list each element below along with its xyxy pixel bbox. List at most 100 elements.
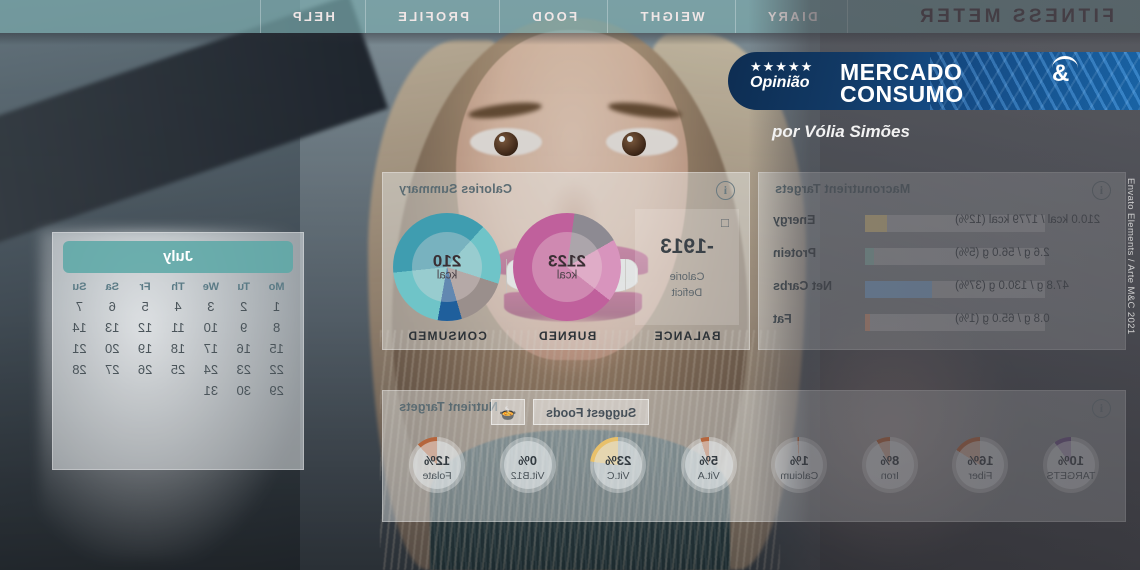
calendar-day[interactable]: 8: [260, 320, 293, 335]
balance-panel: □ -1913 Calorie Deficit: [635, 209, 739, 325]
nav-divider: [607, 0, 609, 33]
nav-item-weight[interactable]: WEIGHT: [608, 0, 734, 33]
calendar-day[interactable]: 27: [96, 362, 129, 377]
nutrient-progress-ring: 12% Folate: [409, 437, 466, 493]
nutrient-name: Vit.C: [606, 470, 630, 482]
nutrient-progress-ring: 0% Vit.B12: [499, 437, 556, 493]
consumed-caption: CONSUMED: [407, 329, 487, 343]
calendar-weekday: Sa: [105, 281, 120, 293]
opinion-badge-label: Opinião: [750, 74, 810, 91]
logo-ampersand: &: [1052, 60, 1070, 87]
calendar-weekday: We: [202, 281, 220, 293]
calendar-weekday: Su: [72, 281, 87, 293]
calendar-day[interactable]: 21: [63, 341, 96, 356]
calories-card-title: Calories Summary: [399, 182, 512, 196]
calendar-day[interactable]: 2: [227, 299, 260, 314]
screenshot-stage: FITNESS METER DIARY WEIGHT FOOD PROFILE …: [0, 0, 1140, 570]
calendar-grid: Mo Tu We Th Fr Sa Su 1 2 3 4 5 6 7 8 9 10 11 12 13 14 15 16 17 1…: [63, 281, 293, 398]
nav-item-help[interactable]: HELP: [261, 0, 365, 33]
calories-summary-card: i Calories Summary □ -1913 Calorie Defic…: [382, 172, 750, 350]
calendar-day[interactable]: 14: [63, 320, 96, 335]
calendar-weekday: Th: [171, 281, 185, 293]
burned-unit: kcal: [556, 269, 578, 282]
calendar-weekday: Fr: [139, 281, 151, 293]
nutrient-progress-ring: 5% Vit.A: [680, 437, 737, 493]
calendar-day[interactable]: 12: [129, 320, 162, 335]
calendar-day[interactable]: 16: [227, 341, 260, 356]
calendar-weekday: Tu: [237, 281, 251, 293]
calendar-day[interactable]: 22: [260, 362, 293, 377]
calendar-day-empty: [162, 383, 195, 398]
nutrient-item: 5% Vit.A: [665, 437, 753, 493]
calendar-day[interactable]: 9: [227, 320, 260, 335]
nutrient-card-title: Nutrient Targets: [399, 400, 498, 414]
logo-line-2: CONSUMO: [840, 81, 964, 107]
nav-item-profile[interactable]: PROFILE: [366, 0, 499, 33]
calendar-day[interactable]: 31: [194, 383, 227, 398]
calendar-day[interactable]: 5: [129, 299, 162, 314]
image-credit: Envato Elements / Arte M&C 2021: [1125, 178, 1136, 335]
consumed-donut-label: 210 kcal: [393, 251, 501, 282]
calendar-day[interactable]: 18: [162, 341, 195, 356]
mercado-consumo-logo-bar: ★★★★★ Opinião MERCADO CONSUMO &: [728, 52, 1140, 110]
burned-donut: 2123 kcal: [513, 213, 621, 321]
nutrient-percent: 0%: [518, 453, 538, 468]
calendar-day[interactable]: 25: [162, 362, 195, 377]
calendar-day[interactable]: 1: [260, 299, 293, 314]
calendar-day[interactable]: 20: [96, 341, 129, 356]
calendar-day[interactable]: 19: [129, 341, 162, 356]
info-icon[interactable]: i: [716, 181, 735, 200]
calendar-day[interactable]: 15: [260, 341, 293, 356]
nav-item-food[interactable]: FOOD: [500, 0, 607, 33]
nutrient-name: Vit.A: [697, 470, 720, 482]
nav-divider: [734, 0, 736, 33]
balance-sub-line1: Calorie: [669, 271, 705, 283]
calendar-day[interactable]: 17: [194, 341, 227, 356]
nav-divider: [498, 0, 500, 33]
byline: por Vólia Simões: [772, 122, 910, 141]
consumed-value: 210: [432, 251, 462, 271]
balance-caption: BALANCE: [653, 329, 721, 343]
balance-sub-line2: Deficit: [671, 287, 703, 299]
calendar-day[interactable]: 24: [194, 362, 227, 377]
calendar-day-empty: [129, 383, 162, 398]
calendar-day[interactable]: 6: [96, 299, 129, 314]
burned-value: 2123: [548, 251, 586, 271]
calendar-day[interactable]: 3: [194, 299, 227, 314]
calendar-day[interactable]: 23: [227, 362, 260, 377]
nutrient-percent: 5%: [699, 453, 719, 468]
nutrient-progress-ring: 23% Vit.C: [590, 437, 647, 493]
calendar-day[interactable]: 13: [96, 320, 129, 335]
calendar-weekday: Mo: [268, 281, 285, 293]
nav-divider: [259, 0, 261, 33]
calendar-day-empty: [96, 383, 129, 398]
nutrient-item: 23% Vit.C: [574, 437, 662, 493]
calendar-day[interactable]: 4: [162, 299, 195, 314]
lock-icon: □: [721, 215, 729, 230]
calendar-day[interactable]: 29: [260, 383, 293, 398]
consumed-donut: 210 kcal: [393, 213, 501, 321]
nutrient-percent: 12%: [424, 453, 451, 468]
calendar-card: July Mo Tu We Th Fr Sa Su 1 2 3 4 5 6 7 8 9 10 11 12 13 14 15…: [52, 232, 304, 470]
nutrient-item: 0% Vit.B12: [484, 437, 572, 493]
nutrient-percent: 23%: [605, 453, 632, 468]
calendar-day[interactable]: 11: [162, 320, 195, 335]
consumed-unit: kcal: [436, 269, 458, 282]
balance-value: -1913: [660, 235, 714, 258]
calendar-day-empty: [63, 383, 96, 398]
nutrient-name: Vit.B12: [510, 470, 545, 482]
calendar-month-header[interactable]: July: [63, 241, 293, 273]
nav-divider: [364, 0, 366, 33]
nutrient-item: 12% Folate: [393, 437, 481, 493]
calendar-day[interactable]: 26: [129, 362, 162, 377]
food-bowl-icon[interactable]: 🍲: [491, 399, 525, 425]
calendar-day[interactable]: 30: [227, 383, 260, 398]
calendar-day[interactable]: 28: [63, 362, 96, 377]
suggest-foods-button[interactable]: Suggest Foods: [533, 399, 650, 425]
calendar-day[interactable]: 10: [194, 320, 227, 335]
calendar-day[interactable]: 7: [63, 299, 96, 314]
burned-donut-label: 2123 kcal: [513, 251, 621, 282]
five-stars-icon: ★★★★★: [750, 59, 814, 74]
burned-caption: BURNED: [537, 329, 597, 343]
nutrient-name: Folate: [422, 470, 452, 482]
